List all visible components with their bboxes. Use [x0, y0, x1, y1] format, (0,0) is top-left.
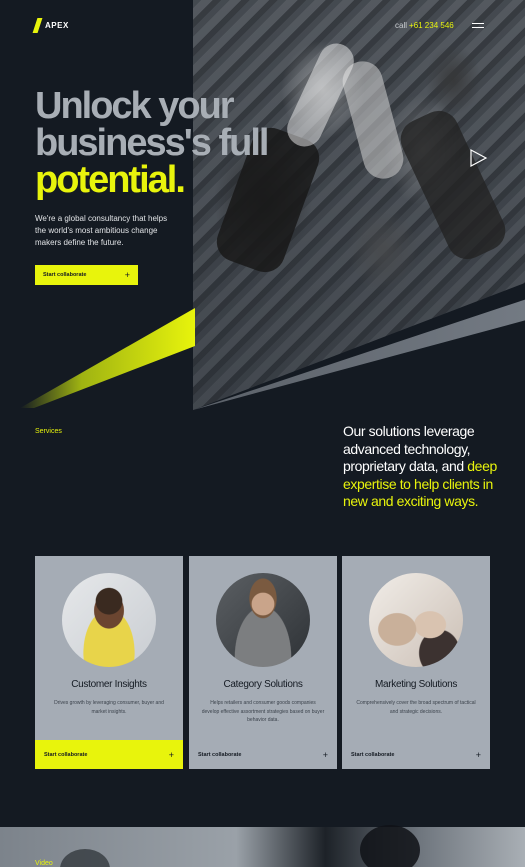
hero-yellow-streak: [20, 308, 195, 408]
card-title: Category Solutions: [223, 679, 303, 690]
plus-icon: +: [475, 749, 481, 760]
card-description: Comprehensively cover the broad spectrum…: [356, 700, 476, 715]
card-start-collaborate-button[interactable]: Start collaborate +: [35, 740, 183, 769]
hero-team-photo: [193, 0, 525, 410]
page: APEX call +61 234 546 Unlock your busines…: [0, 0, 525, 867]
card-title: Marketing Solutions: [374, 679, 458, 690]
hero-title-line1: Unlock your: [35, 85, 235, 127]
services-statement: Our solutions leverage advanced technolo…: [343, 423, 503, 511]
hero-description: We're a global consultancy that helps th…: [35, 214, 168, 247]
hero-title: Unlock your business's full potential.: [35, 85, 295, 201]
card-cta-label: Start collaborate: [44, 751, 88, 758]
marketing-solutions-photo: [369, 573, 463, 667]
hero-cta-label: Start collaborate: [43, 272, 87, 278]
play-icon[interactable]: [468, 148, 488, 168]
category-solutions-photo: [216, 573, 310, 667]
plus-icon: +: [124, 270, 130, 280]
video-section-photo: [0, 825, 525, 867]
plus-icon: +: [322, 749, 328, 760]
hamburger-icon[interactable]: [472, 23, 484, 31]
hero-title-line3: potential.: [35, 159, 186, 201]
card-description: Helps retailers and consumer goods compa…: [201, 700, 325, 723]
hero-start-collaborate-button[interactable]: Start collaborate +: [35, 265, 138, 285]
hero-title-line2: business's full: [35, 122, 269, 164]
brand-name: APEX: [45, 21, 69, 30]
customer-insights-photo: [62, 573, 156, 667]
card-title: Customer Insights: [71, 679, 147, 690]
logo-slash-icon: [32, 18, 43, 33]
phone-number[interactable]: +61 234 546: [409, 21, 454, 30]
card-start-collaborate-button[interactable]: Start collaborate +: [342, 740, 490, 769]
brand-logo[interactable]: APEX: [32, 18, 69, 33]
call-label: call: [395, 21, 408, 30]
card-start-collaborate-button[interactable]: Start collaborate +: [189, 740, 337, 769]
services-label: Services: [35, 428, 62, 435]
video-label: Video: [35, 860, 53, 867]
header-phone[interactable]: call +61 234 546: [395, 21, 454, 30]
services-statement-white: Our solutions leverage advanced technolo…: [343, 423, 475, 474]
plus-icon: +: [168, 749, 174, 760]
card-description: Drives growth by leveraging consumer, bu…: [54, 700, 164, 715]
service-card-customer-insights[interactable]: Customer Insights Drives growth by lever…: [35, 556, 183, 769]
service-card-category-solutions[interactable]: Category Solutions Helps retailers and c…: [189, 556, 337, 769]
service-card-marketing-solutions[interactable]: Marketing Solutions Comprehensively cove…: [342, 556, 490, 769]
card-cta-label: Start collaborate: [198, 751, 242, 758]
card-cta-label: Start collaborate: [351, 751, 395, 758]
